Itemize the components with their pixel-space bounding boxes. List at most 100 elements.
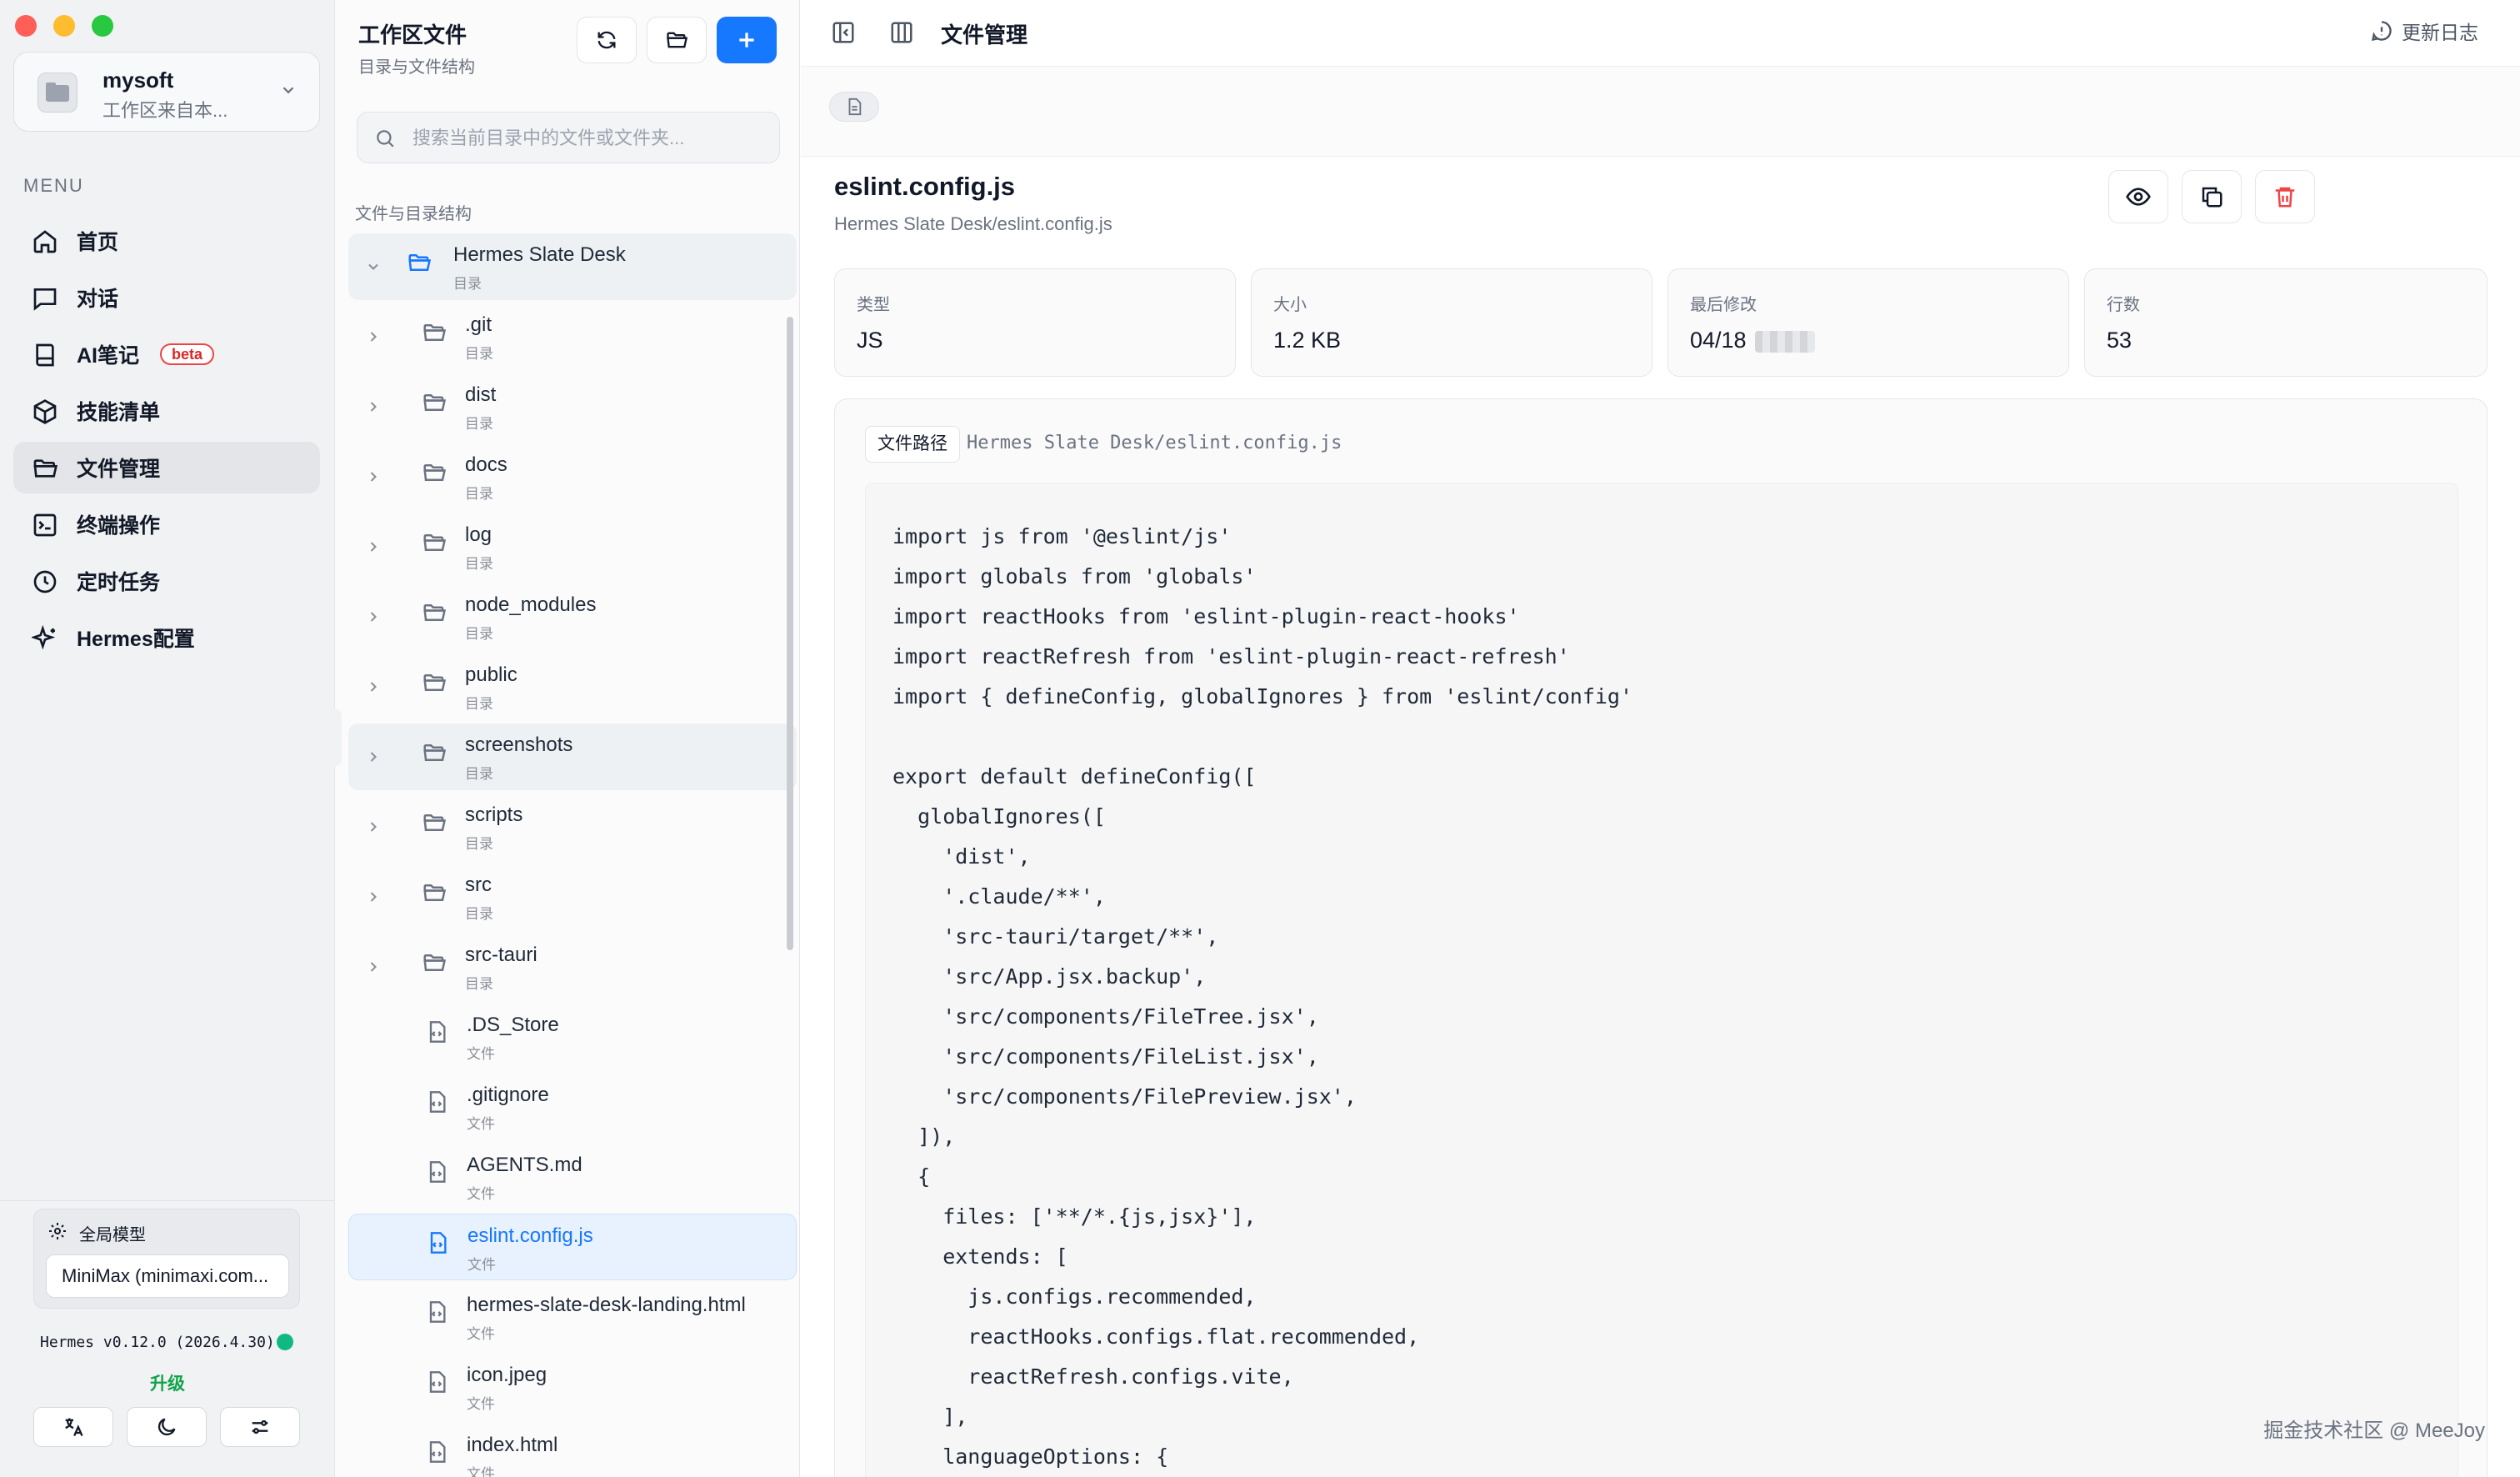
watermark: 掘金技术社区 @ MeeJoy bbox=[2263, 1419, 2485, 1442]
tree-item-name: log bbox=[465, 523, 492, 546]
tree-item-folder[interactable]: screenshots 目录 bbox=[348, 723, 797, 790]
workspace-switcher[interactable]: mysoft 工作区来自本... bbox=[13, 52, 320, 132]
stat-value: 04/18 bbox=[1690, 328, 1747, 353]
tree-item-file[interactable]: hermes-slate-desk-landing.html 文件 bbox=[348, 1284, 797, 1350]
tree-item-folder[interactable]: src-tauri 目录 bbox=[348, 934, 797, 1000]
tree-item-name: Hermes Slate Desk bbox=[453, 243, 626, 266]
global-model-title: 全局模型 bbox=[79, 1226, 146, 1244]
plus-icon bbox=[736, 29, 758, 51]
tree-item-name: node_modules bbox=[465, 593, 597, 616]
terminal-icon bbox=[32, 512, 58, 538]
version-label: Hermes v0.12.0 (2026.4.30) bbox=[40, 1334, 275, 1351]
file-pane: 工作区文件 目录与文件结构 文件与目录结构 Hermes Slate Desk … bbox=[335, 0, 800, 1477]
tree-item-name: dist bbox=[465, 383, 497, 406]
pane-resize-handle[interactable] bbox=[327, 708, 342, 767]
tree-scrollbar[interactable] bbox=[787, 317, 793, 950]
tree-item-type: 目录 bbox=[465, 416, 493, 432]
message-alert-icon bbox=[2370, 19, 2393, 43]
tree-item-folder[interactable]: .git 目录 bbox=[348, 303, 797, 370]
folder-open-icon bbox=[665, 28, 688, 52]
sidebar-item-terminal[interactable]: 终端操作 bbox=[13, 498, 320, 550]
stat-value: 53 bbox=[2107, 328, 2132, 353]
code-preview-card: 文件路径 Hermes Slate Desk/eslint.config.js … bbox=[834, 398, 2488, 1477]
tree-item-folder[interactable]: node_modules 目录 bbox=[348, 583, 797, 650]
file-path-text: Hermes Slate Desk/eslint.config.js bbox=[967, 433, 1342, 453]
tree-item-name: .git bbox=[465, 313, 492, 336]
upgrade-link[interactable]: 升级 bbox=[150, 1370, 185, 1395]
sidebar-item-hermes-config[interactable]: Hermes配置 bbox=[13, 612, 320, 663]
sidebar: mysoft 工作区来自本... MENU 首页 对话 AI笔记 beta 技能… bbox=[0, 0, 335, 1477]
sidebar-item-chat[interactable]: 对话 bbox=[13, 272, 320, 323]
stat-type: 类型 JS bbox=[834, 268, 1236, 377]
file-tab[interactable] bbox=[829, 92, 879, 122]
code-line: { bbox=[892, 1164, 931, 1189]
open-folder-button[interactable] bbox=[647, 17, 707, 63]
tree-item-name: icon.jpeg bbox=[467, 1364, 548, 1386]
tree-item-type: 文件 bbox=[467, 1326, 495, 1342]
folder-icon bbox=[422, 460, 447, 485]
tree-item-folder[interactable]: docs 目录 bbox=[348, 443, 797, 510]
chevron-right-icon bbox=[365, 678, 382, 695]
translate-icon bbox=[62, 1415, 85, 1439]
columns-icon[interactable] bbox=[889, 20, 914, 45]
tree-item-file[interactable]: AGENTS.md 文件 bbox=[348, 1144, 797, 1210]
status-dot bbox=[277, 1334, 293, 1350]
eye-icon bbox=[2125, 183, 2152, 210]
main-panel: 文件管理 更新日志 eslint.config.js Hermes Slate … bbox=[801, 0, 2520, 1477]
chevron-right-icon bbox=[365, 889, 382, 905]
stat-size: 大小 1.2 KB bbox=[1251, 268, 1652, 377]
tree-item-file[interactable]: eslint.config.js 文件 bbox=[348, 1214, 797, 1280]
tree-item-type: 目录 bbox=[465, 346, 493, 362]
tree-item-type: 目录 bbox=[465, 906, 493, 922]
language-button[interactable] bbox=[33, 1407, 113, 1447]
file-pane-title: 工作区文件 bbox=[358, 23, 468, 48]
refresh-button[interactable] bbox=[577, 17, 637, 63]
folder-icon bbox=[422, 600, 447, 625]
sidebar-collapse-icon[interactable] bbox=[831, 20, 856, 45]
tree-item-file[interactable]: .gitignore 文件 bbox=[348, 1074, 797, 1140]
sidebar-item-label: 文件管理 bbox=[77, 458, 161, 481]
code-line: 'src/App.jsx.backup', bbox=[892, 964, 1207, 989]
sidebar-item-files[interactable]: 文件管理 bbox=[13, 442, 320, 493]
code-line: languageOptions: { bbox=[892, 1444, 1169, 1469]
sidebar-item-ai-notes[interactable]: AI笔记 beta bbox=[13, 328, 320, 380]
preview-button[interactable] bbox=[2108, 170, 2168, 223]
settings-sliders-button[interactable] bbox=[220, 1407, 300, 1447]
chevron-right-icon bbox=[365, 538, 382, 555]
minimize-window-button[interactable] bbox=[53, 15, 75, 37]
tree-item-file[interactable]: icon.jpeg 文件 bbox=[348, 1354, 797, 1420]
code-line: import globals from 'globals' bbox=[892, 564, 1257, 588]
tree-item-name: docs bbox=[465, 453, 508, 476]
tree-root[interactable]: Hermes Slate Desk 目录 bbox=[348, 233, 797, 300]
beta-badge: beta bbox=[160, 343, 215, 365]
file-tab-bar bbox=[801, 67, 2520, 157]
close-window-button[interactable] bbox=[15, 15, 37, 37]
add-button[interactable] bbox=[717, 17, 777, 63]
code-line: ]), bbox=[892, 1124, 956, 1149]
tree-item-file[interactable]: index.html 文件 bbox=[348, 1424, 797, 1477]
tree-item-folder[interactable]: src 目录 bbox=[348, 864, 797, 930]
sidebar-item-skills[interactable]: 技能清单 bbox=[13, 385, 320, 437]
clock-icon bbox=[32, 568, 58, 595]
tree-item-type: 目录 bbox=[465, 766, 493, 782]
sidebar-item-label: 定时任务 bbox=[77, 571, 161, 594]
maximize-window-button[interactable] bbox=[92, 15, 113, 37]
delete-button[interactable] bbox=[2255, 170, 2315, 223]
theme-toggle-button[interactable] bbox=[127, 1407, 207, 1447]
folder-icon bbox=[422, 740, 447, 765]
copy-button[interactable] bbox=[2182, 170, 2242, 223]
search-input[interactable] bbox=[412, 124, 762, 153]
global-model-select[interactable]: MiniMax (minimaxi.com... bbox=[46, 1254, 289, 1298]
tree-item-folder[interactable]: scripts 目录 bbox=[348, 794, 797, 860]
sidebar-item-home[interactable]: 首页 bbox=[13, 215, 320, 267]
tree-item-folder[interactable]: log 目录 bbox=[348, 513, 797, 580]
tree-item-folder[interactable]: public 目录 bbox=[348, 653, 797, 720]
tree-item-folder[interactable]: dist 目录 bbox=[348, 373, 797, 440]
code-block[interactable]: import js from '@eslint/js' import global… bbox=[865, 483, 2458, 1477]
tree-item-name: AGENTS.md bbox=[467, 1154, 582, 1176]
sidebar-item-label: 终端操作 bbox=[77, 514, 161, 538]
tree-item-file[interactable]: .DS_Store 文件 bbox=[348, 1004, 797, 1070]
changelog-button[interactable]: 更新日志 bbox=[2370, 17, 2478, 45]
sidebar-item-scheduled[interactable]: 定时任务 bbox=[13, 555, 320, 607]
